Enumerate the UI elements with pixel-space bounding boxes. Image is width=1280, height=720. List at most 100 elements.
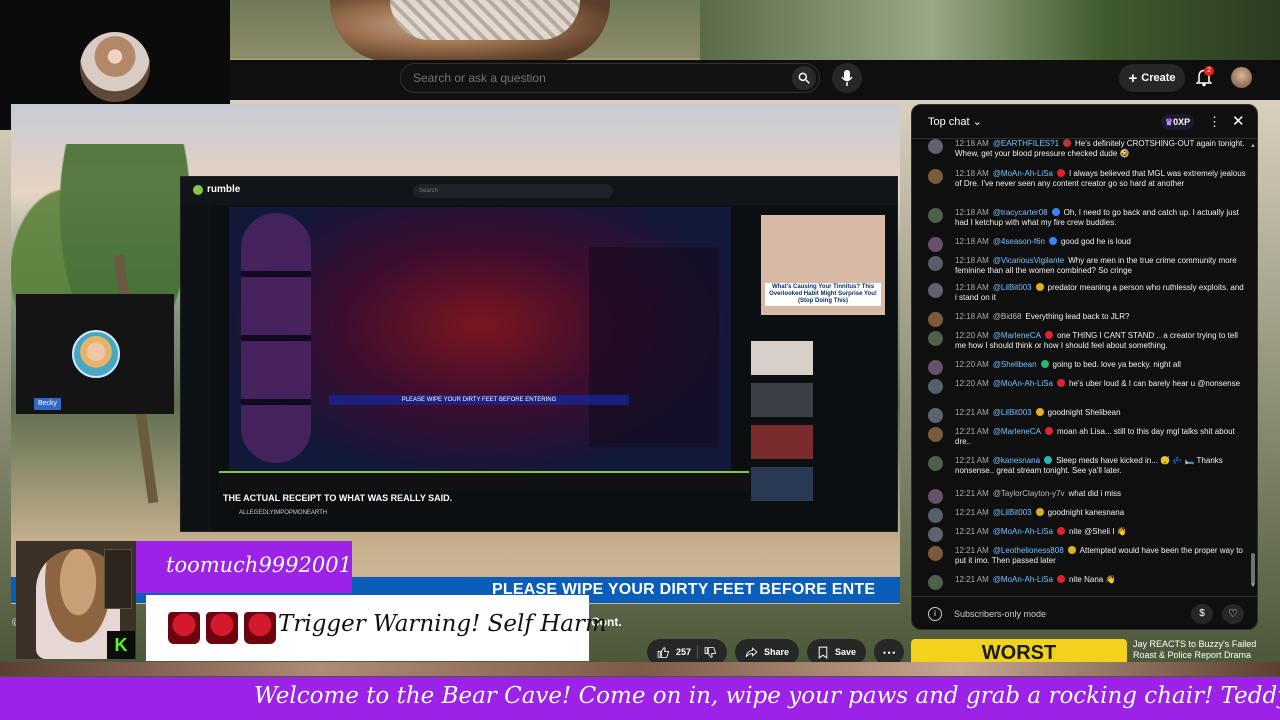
xp-badge[interactable]: ♛0XP xyxy=(1161,114,1195,130)
chat-author[interactable]: @VicariousVigilante xyxy=(993,256,1064,265)
chevron-down-icon: ⌄ xyxy=(972,116,982,128)
chat-avatar[interactable] xyxy=(928,546,943,561)
chat-message: 12:21 AM @Leothelioness808 Attempted would… xyxy=(928,546,1246,566)
member-badge-icon xyxy=(1040,360,1049,368)
chat-author[interactable]: @Leothelioness808 xyxy=(993,546,1064,555)
rumble-logo: rumble xyxy=(193,184,240,195)
related-video xyxy=(751,383,891,417)
search-box[interactable] xyxy=(400,63,820,93)
chat-author[interactable]: @LilBit003 xyxy=(993,408,1032,417)
account-avatar[interactable] xyxy=(1231,67,1252,88)
welcome-marquee: Welcome to the Bear Cave! Come on in, wi… xyxy=(0,677,1280,720)
chat-avatar[interactable] xyxy=(928,489,943,504)
chat-timestamp: 12:21 AM xyxy=(955,456,989,465)
chat-avatar[interactable] xyxy=(928,237,943,252)
chat-avatar[interactable] xyxy=(928,427,943,442)
chat-mode-dropdown[interactable]: Top chat ⌄ xyxy=(928,115,982,128)
chat-author[interactable]: @MoAn-Ah-LiSa xyxy=(993,169,1053,178)
bottom-photo-strip xyxy=(0,662,1280,676)
super-chat-icon[interactable]: $ xyxy=(1191,604,1213,624)
info-icon[interactable]: i xyxy=(928,607,942,621)
chat-message: 12:20 AM @MoAn-Ah-LiSa he's uber loud & I … xyxy=(928,379,1246,394)
chat-text: Everything lead back to JLR? xyxy=(1025,312,1130,321)
search-button[interactable] xyxy=(792,66,816,90)
chat-author[interactable]: @4season-f6n xyxy=(993,237,1045,246)
rumble-window: rumble Search PLEASE WIPE YOUR DIRTY FEE… xyxy=(180,176,898,532)
chat-avatar[interactable] xyxy=(928,208,943,223)
scroll-thumb[interactable] xyxy=(1251,553,1255,585)
chat-author[interactable]: @MoAn-Ah-LiSa xyxy=(993,379,1053,388)
rumble-banner: PLEASE WIPE YOUR DIRTY FEET BEFORE ENTER… xyxy=(329,395,629,405)
chat-scrollbar[interactable]: ▲ ▼ xyxy=(1250,139,1257,591)
chat-timestamp: 12:18 AM xyxy=(955,237,989,246)
chat-author[interactable]: @LilBit003 xyxy=(993,508,1032,517)
chat-author[interactable]: @MarleneCA xyxy=(993,331,1041,340)
chat-avatar[interactable] xyxy=(928,312,943,327)
chat-author[interactable]: @kanesnana xyxy=(993,456,1040,465)
chat-message: 12:20 AM @Shelibean going to bed. love ya … xyxy=(928,360,1246,375)
chat-timestamp: 12:18 AM xyxy=(955,283,989,292)
chat-avatar[interactable] xyxy=(928,139,943,154)
chat-avatar[interactable] xyxy=(928,527,943,542)
member-badge-icon xyxy=(1035,283,1044,291)
scroll-down-icon[interactable]: ▼ xyxy=(1250,583,1256,589)
chat-message: 12:21 AM @kanesnana Sleep meds have kicked… xyxy=(928,456,1246,476)
chat-timestamp: 12:21 AM xyxy=(955,489,989,498)
scroll-up-icon[interactable]: ▲ xyxy=(1250,143,1256,149)
chat-author[interactable]: @MoAn-Ah-LiSa xyxy=(993,575,1053,584)
chat-text: he's uber loud & I can barely hear u @no… xyxy=(1068,379,1241,388)
chat-author[interactable]: @MarleneCA xyxy=(993,427,1041,436)
search-icon xyxy=(798,72,810,84)
chat-avatar[interactable] xyxy=(928,456,943,471)
chat-avatar[interactable] xyxy=(928,169,943,184)
thumbs-down-icon[interactable] xyxy=(704,646,717,659)
rumble-chat-overlay xyxy=(589,247,719,447)
share-icon xyxy=(745,646,758,657)
chat-author[interactable]: @tracycarter08 xyxy=(993,208,1048,217)
search-input[interactable] xyxy=(413,71,773,85)
like-count: 257 xyxy=(676,647,692,657)
chat-text: goodnight Shelibean xyxy=(1047,408,1121,417)
divider xyxy=(697,645,699,659)
chat-avatar[interactable] xyxy=(928,331,943,346)
chat-avatar[interactable] xyxy=(928,360,943,375)
chat-menu-icon[interactable]: ⋮ xyxy=(1208,114,1221,130)
create-button[interactable]: + Create xyxy=(1119,64,1185,92)
rumble-ad-text: What's Causing Your Tinnitus? This Overl… xyxy=(765,283,881,306)
close-icon[interactable]: ✕ xyxy=(1232,112,1245,130)
chat-message: 12:20 AM @MarleneCA one THING I CANT STAND… xyxy=(928,331,1246,351)
thumbs-up-icon xyxy=(657,646,669,658)
chat-avatar[interactable] xyxy=(928,508,943,523)
guest-circles xyxy=(241,213,311,463)
member-badge-icon xyxy=(1056,527,1065,535)
chat-author[interactable]: @Shelibean xyxy=(993,360,1037,369)
voice-search-button[interactable] xyxy=(832,63,862,93)
heart-icon[interactable]: ♡ xyxy=(1222,604,1244,624)
fez-icon xyxy=(244,612,276,644)
chat-message: 12:18 AM @4season-f6n good god he is loud xyxy=(928,237,1246,252)
chat-avatar[interactable] xyxy=(928,283,943,298)
chat-avatar[interactable] xyxy=(928,379,943,394)
chat-timestamp: 12:20 AM xyxy=(955,379,989,388)
chat-message: 12:18 AM @EARTHFILES?1 He's definitely CRO… xyxy=(928,139,1246,159)
chat-author[interactable]: @EARTHFILES?1 xyxy=(993,139,1059,148)
recommended-title[interactable]: Jay REACTS to Buzzy's Failed Roast & Pol… xyxy=(1133,639,1273,661)
chat-author[interactable]: @MoAn-Ah-LiSa xyxy=(993,527,1053,536)
chat-author[interactable]: @LilBit003 xyxy=(993,283,1032,292)
member-badge-icon xyxy=(1063,139,1072,147)
live-chat: Top chat ⌄ ♛0XP ⋮ ✕ 12:18 AM @EARTHFILES?… xyxy=(911,104,1258,630)
fez-icon xyxy=(168,612,200,644)
chat-author[interactable]: @TaylorClayton-y7v xyxy=(993,489,1065,498)
save-label: Save xyxy=(835,647,857,657)
notification-badge: 2 xyxy=(1204,66,1214,76)
chat-avatar[interactable] xyxy=(928,408,943,423)
chat-timestamp: 12:21 AM xyxy=(955,508,989,517)
chat-avatar[interactable] xyxy=(928,256,943,271)
marquee-text: Welcome to the Bear Cave! Come on in, wi… xyxy=(254,683,1280,709)
bear-sign xyxy=(104,549,132,609)
chat-avatar[interactable] xyxy=(928,575,943,590)
rumble-sidebar xyxy=(181,205,211,531)
chat-timestamp: 12:18 AM xyxy=(955,208,989,217)
chat-message: 12:18 AM @Bid68 Everything lead back to JL… xyxy=(928,312,1246,327)
chat-author[interactable]: @Bid68 xyxy=(993,312,1022,321)
